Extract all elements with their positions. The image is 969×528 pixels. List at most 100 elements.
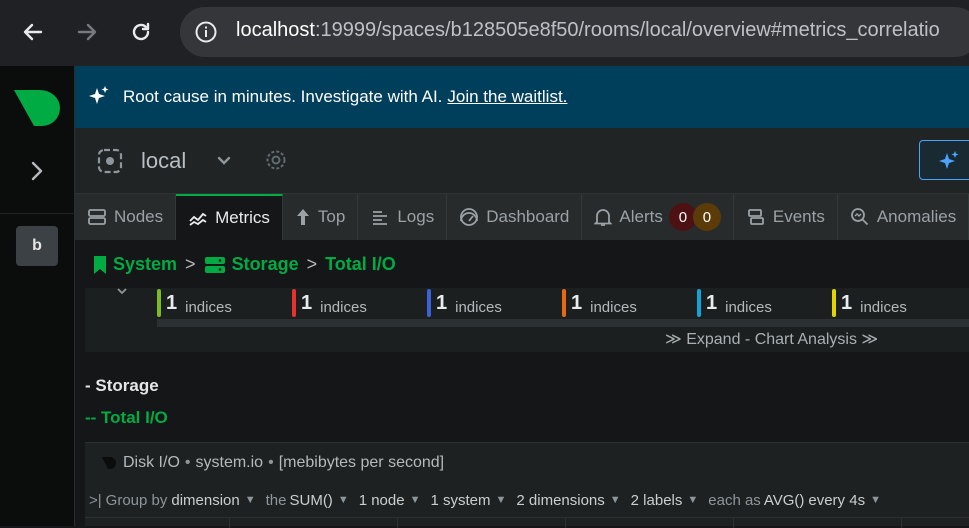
color-bar [697,289,701,317]
labels-dropdown[interactable]: 2 labels [631,492,683,509]
chevron-down-icon: ▼ [495,494,507,506]
group-by-dropdown[interactable]: dimension [171,492,239,509]
events-icon [746,207,766,227]
tab-metrics[interactable]: Metrics [176,194,283,240]
breadcrumb-storage[interactable]: Storage [232,254,299,275]
room-icon [97,148,123,174]
indices-count: 1 [436,291,448,314]
chevron-down-icon: ▼ [409,494,421,506]
tab-label: Top [317,207,346,226]
chevron-down-icon: ▼ [870,494,881,506]
tab-dashboard[interactable]: Dashboard [447,194,583,240]
breadcrumb: System > Storage > Total I/O [93,254,396,275]
tab-top[interactable]: Top [283,194,359,240]
indices-label: indices [320,298,367,316]
join-waitlist-link[interactable]: Join the waitlist. [447,87,567,107]
arrow-right-icon [77,23,97,41]
ai-assistant-button[interactable] [919,140,969,180]
indices-group[interactable]: 1 indices [292,288,367,318]
indices-group[interactable]: 1 indices [832,288,907,318]
indices-label: indices [860,298,907,316]
separator-dot: • [268,454,274,471]
expand-sidebar-button[interactable] [26,160,48,187]
chevron-right-icon [31,161,43,181]
tab-events[interactable]: Events [734,194,838,240]
indices-count: 1 [571,291,583,314]
systems-dropdown[interactable]: 1 system [430,492,490,509]
address-bar[interactable]: localhost:19999/spaces/b128505e8f50/room… [180,7,969,57]
chevron-down-icon: ▼ [244,494,256,506]
interval-dropdown[interactable]: every 4s [808,492,865,509]
group-by-label: Group by [105,491,168,509]
back-button[interactable] [18,17,48,47]
chart-title-text: Disk I/O [123,454,180,471]
site-info-icon[interactable] [194,20,218,44]
forward-button[interactable] [72,17,102,47]
chevron-down-icon: ▼ [609,494,621,506]
ai-banner: Root cause in minutes. Investigate with … [75,66,969,128]
indices-count: 1 [301,291,313,314]
chart-analysis-panel: 1 indices 1 indices 1 indices 1 indices … [85,288,969,352]
chevron-down-icon: ▼ [337,494,349,506]
color-bar [427,289,431,317]
disk-io-chart: Disk I/O • system.io • [mebibytes per se… [85,442,969,528]
dimensions-dropdown[interactable]: 2 dimensions [516,492,604,509]
analysis-track [157,319,969,327]
chevron-down-icon[interactable] [115,286,129,298]
bell-icon [594,207,613,227]
indices-label: indices [455,298,502,316]
indices-group[interactable]: 1 indices [562,288,637,318]
tab-anomalies[interactable]: Anomalies [838,194,969,240]
sparkles-icon [89,86,109,104]
breadcrumb-total-io[interactable]: Total I/O [325,254,396,275]
room-tabs: Nodes Metrics Top Logs Dashboard Alerts … [75,194,969,240]
color-bar [832,289,836,317]
section-heading-storage: - Storage [85,376,159,395]
aggregation-dropdown[interactable]: SUM() [289,492,332,509]
expand-chart-analysis-button[interactable]: ≫ Expand - Chart Analysis ≫ [665,329,878,349]
indices-group[interactable]: 1 indices [157,288,232,318]
group-by-icon: >| [89,491,102,509]
tab-logs[interactable]: Logs [358,194,448,240]
the-label: the [265,491,287,509]
expand-label: Expand - Chart Analysis [686,331,857,348]
tab-label: Events [772,207,825,226]
space-avatar[interactable]: b [16,226,58,266]
chevron-down-icon: ▼ [687,494,699,506]
chart-title: Disk I/O • system.io • [mebibytes per se… [101,454,444,472]
breadcrumb-separator: > [306,254,318,274]
logs-icon [370,207,390,227]
bookmark-icon [93,255,107,275]
tab-alerts[interactable]: Alerts 0 0 [582,194,734,240]
gear-icon[interactable] [264,148,288,172]
indices-count: 1 [841,291,853,314]
chart-controls: >| Group by dimension ▼ the SUM() ▼ 1 no… [89,489,891,511]
netdata-logo[interactable] [12,88,62,133]
grid-line [397,518,398,528]
arrow-left-icon [23,23,43,41]
room-name[interactable]: local [141,148,186,174]
anomalies-icon [850,207,870,227]
left-rail: b [0,66,75,526]
breadcrumb-system[interactable]: System [113,254,177,275]
netdata-logo-icon [14,90,60,126]
color-bar [562,289,566,317]
banner-text: Root cause in minutes. Investigate with … [123,87,443,106]
top-icon [295,207,311,227]
tab-nodes[interactable]: Nodes [75,194,177,240]
indices-group[interactable]: 1 indices [697,288,772,318]
tab-label: Alerts [619,207,663,226]
indices-label: indices [185,298,232,316]
warning-alerts-badge: 0 [692,203,721,231]
grid-line [901,518,902,528]
tab-label: Metrics [215,208,270,227]
chevron-down-icon[interactable] [216,153,232,167]
metrics-icon [188,208,208,228]
indices-group[interactable]: 1 indices [427,288,502,318]
chart-units: [mebibytes per second] [278,454,445,471]
indices-count: 1 [166,291,178,314]
time-aggregation-dropdown[interactable]: AVG() [764,492,805,509]
color-bar [157,289,161,317]
nodes-dropdown[interactable]: 1 node [359,492,405,509]
reload-button[interactable] [126,17,156,47]
